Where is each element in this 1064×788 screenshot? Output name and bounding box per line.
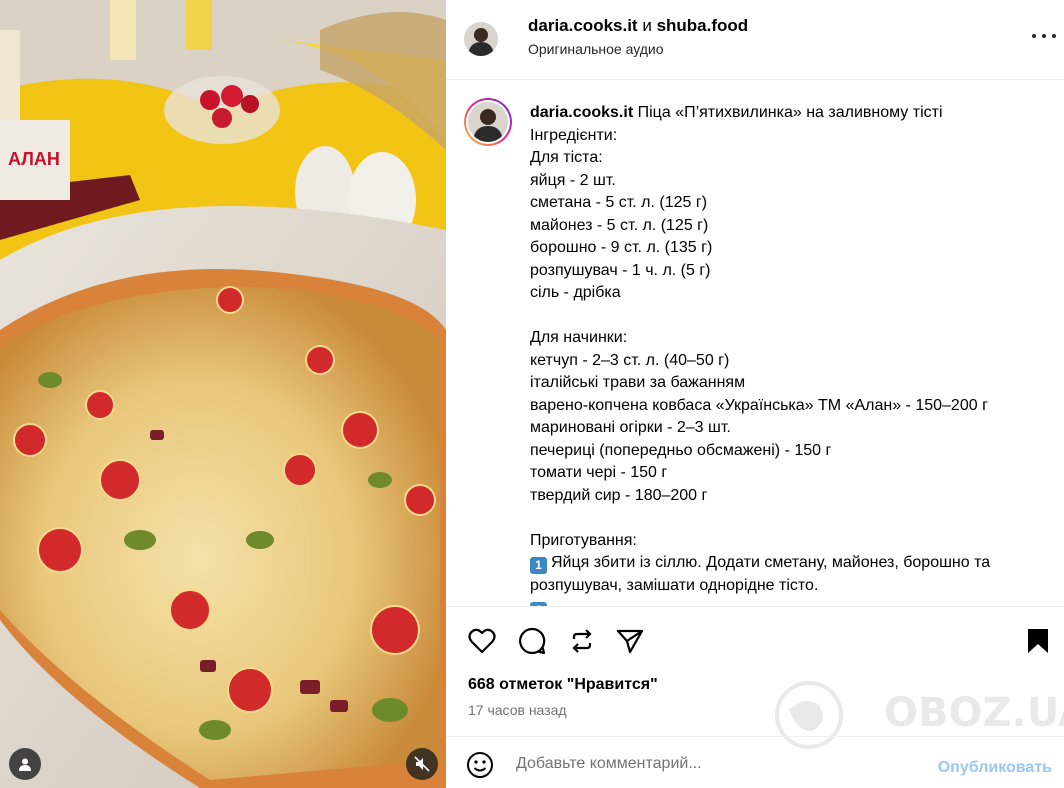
more-options-button[interactable] (1032, 28, 1056, 44)
mute-button[interactable] (406, 748, 438, 780)
caption-username[interactable]: daria.cooks.it (530, 104, 633, 121)
caption-avatar[interactable] (464, 98, 512, 146)
caption-text: daria.cooks.it Піца «П’ятихвилинка» на з… (530, 102, 1050, 606)
post-timestamp[interactable]: 17 часов назад (468, 702, 567, 718)
repost-icon (572, 629, 592, 653)
comment-bar: Опубликовать (446, 736, 1064, 788)
caption-line: варено-копчена ковбаса «Українська» ТМ «… (530, 396, 988, 414)
step-2-line: 2 (530, 597, 1050, 606)
send-icon (616, 629, 644, 654)
caption-line: Інгредієнти: (530, 126, 618, 144)
svg-text:АЛАН: АЛАН (8, 149, 60, 169)
comment-icon (519, 627, 546, 655)
caption-line: печериці (попередньо обсмажені) - 150 г (530, 441, 832, 459)
caption-line: мариновані огірки - 2–3 шт. (530, 419, 731, 436)
step-1-line: 1 Яйця збити із сіллю. Додати сметану, ма… (530, 552, 1050, 575)
caption-line: Приготування: (530, 531, 637, 549)
bookmark-icon (1028, 629, 1048, 653)
post-header: daria.cooks.it и shuba.food Оригинальное… (446, 0, 1064, 80)
more-dot-icon (1042, 34, 1046, 38)
repost-button[interactable] (566, 625, 598, 657)
step-1-badge: 1 (530, 557, 547, 574)
caption-line: розпушувач - 1 ч. л. (5 г) (530, 261, 711, 279)
more-dot-icon (1052, 34, 1056, 38)
avatar-image (464, 22, 498, 56)
user-icon (19, 758, 31, 771)
caption-line: сіль - дрібка (530, 284, 621, 301)
save-button[interactable] (1022, 625, 1054, 657)
caption-line: борошно - 9 ст. л. (135 г) (530, 239, 713, 256)
audio-link[interactable]: Оригинальное аудио (528, 41, 664, 57)
share-button[interactable] (614, 625, 646, 657)
caption-line: твердий сир - 180–200 г (530, 486, 708, 504)
publish-button[interactable]: Опубликовать (938, 759, 1052, 777)
author-link-2[interactable]: shuba.food (657, 16, 749, 35)
post-media[interactable]: АЛАН (0, 0, 446, 788)
likes-count[interactable]: 668 отметок "Нравится" (468, 676, 658, 694)
collab-authors: daria.cooks.it и shuba.food (528, 16, 748, 36)
caption-line: сметана - 5 ст. л. (125 г) (530, 194, 708, 211)
comment-input[interactable] (516, 751, 916, 777)
caption-line: томати чері - 150 г (530, 464, 668, 481)
emoji-button[interactable] (466, 751, 494, 779)
heart-icon (468, 628, 496, 654)
avatar-image (468, 102, 508, 142)
author-conjunction: и (642, 16, 652, 35)
caption-line: Для тіста: (530, 149, 603, 166)
step-1-line-2: розпушувач, замішати однорідне тісто. (530, 576, 819, 594)
speaker-muted-icon (414, 756, 430, 772)
caption-line: яйця - 2 шт. (530, 171, 616, 189)
step-1-text: Яйця збити із сіллю. Додати сметану, май… (551, 554, 991, 571)
post-panel: daria.cooks.it и shuba.food Оригинальное… (446, 0, 1064, 788)
caption-line: майонез - 5 ст. л. (125 г) (530, 216, 709, 234)
caption-line: італійські трави за бажанням (530, 374, 746, 391)
comment-button[interactable] (516, 625, 548, 657)
caption-scroll-area[interactable]: daria.cooks.it Піца «П’ятихвилинка» на з… (446, 80, 1064, 606)
avatar-ring-inner (466, 100, 510, 144)
emoji-icon (467, 752, 493, 778)
action-bar (446, 606, 1064, 672)
caption-title-line: daria.cooks.it Піца «П’ятихвилинка» на з… (530, 102, 1050, 125)
watermark-text: OBOZ.UA (884, 690, 1064, 736)
caption-title: Піца «П’ятихвилинка» на заливному тісті (637, 104, 943, 121)
more-dot-icon (1032, 34, 1036, 38)
author-avatar[interactable] (464, 22, 498, 56)
avatar-image-wrap (468, 102, 508, 142)
like-button[interactable] (466, 625, 498, 657)
pizza-photo: АЛАН (0, 0, 446, 788)
tag-people-button[interactable] (9, 748, 41, 780)
caption-line: Для начинки: (530, 329, 628, 346)
caption-line: кетчуп - 2–3 ст. л. (40–50 г) (530, 351, 730, 369)
author-link-1[interactable]: daria.cooks.it (528, 16, 638, 35)
